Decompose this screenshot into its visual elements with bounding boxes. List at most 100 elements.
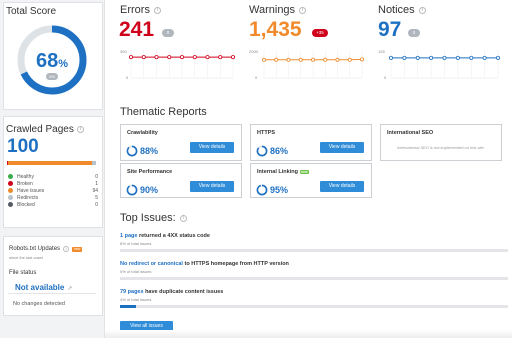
legend-count: 1 — [95, 180, 98, 187]
notices-trend-point[interactable] — [402, 55, 407, 60]
warnings-title: Warnings i — [249, 4, 307, 16]
report-note: International SEO is not implemented on … — [397, 145, 485, 150]
errors-title: Errors i — [120, 4, 161, 16]
view-details-button[interactable]: View details — [190, 142, 234, 153]
ring-arc — [126, 145, 138, 157]
warnings-value[interactable]: 1,435 — [249, 18, 302, 42]
info-icon[interactable]: i — [153, 6, 161, 14]
robots-subtitle: since the last crawl — [9, 255, 43, 260]
issue-share-bar — [120, 305, 508, 308]
report-card-https[interactable]: HTTPS 86% View details — [250, 124, 372, 161]
errors-trend-point[interactable] — [141, 55, 146, 60]
issue-link[interactable]: 1 page — [120, 233, 137, 239]
info-icon[interactable]: i — [418, 6, 426, 14]
legend-row[interactable]: Redirects 5 — [8, 194, 98, 201]
issue-link[interactable]: 79 pages — [120, 289, 144, 295]
legend-row[interactable]: Blocked 0 — [8, 201, 98, 208]
legend-row[interactable]: Broken 1 — [8, 180, 98, 187]
warnings-trend-point[interactable] — [274, 57, 279, 62]
report-name: International SEO — [387, 130, 434, 136]
legend-count: 94 — [92, 187, 98, 194]
legend-dot-icon — [8, 188, 13, 193]
ring-arc — [256, 145, 268, 157]
progress-ring-icon — [256, 145, 268, 157]
issue-text: 1 page returned a 4XX status code — [120, 233, 210, 239]
errors-trend-point[interactable] — [205, 55, 210, 60]
errors-trend-point[interactable] — [167, 55, 172, 60]
crawled-pages-bar — [7, 161, 96, 165]
errors-trend-point[interactable] — [179, 55, 184, 60]
crawled-pages-count[interactable]: 100 — [7, 136, 39, 158]
warnings-axis-min: 0 — [255, 75, 258, 80]
errors-trend-point[interactable] — [192, 55, 197, 60]
view-details-button[interactable]: View details — [320, 142, 364, 153]
errors-trend-point[interactable] — [230, 55, 235, 60]
top-issues-title: Top Issues: i — [120, 212, 187, 224]
warnings-trend-point[interactable] — [323, 57, 328, 62]
new-badge: new — [72, 246, 83, 252]
legend-dot-icon — [8, 195, 13, 200]
report-card-internal-linking[interactable]: Internal Linking new 95% View details — [250, 163, 372, 198]
crawled-pages-title: Crawled Pages i — [6, 124, 84, 135]
notices-trend-point[interactable] — [469, 55, 474, 60]
legend-count: 0 — [95, 173, 98, 180]
warnings-trend-point[interactable] — [359, 57, 364, 62]
notices-trend-point[interactable] — [415, 55, 420, 60]
view-details-button[interactable]: View details — [320, 181, 364, 192]
legend-dot-icon — [8, 181, 13, 186]
issue-item: 79 pages have duplicate content issues 4… — [120, 289, 508, 308]
file-status-label: File status — [9, 270, 37, 276]
external-link-icon[interactable]: ↗ — [67, 286, 72, 292]
notices-value[interactable]: 97 — [378, 18, 401, 42]
report-name: Crawlability — [127, 130, 158, 136]
info-icon[interactable]: i — [179, 214, 187, 222]
report-score: 88% — [140, 146, 159, 156]
view-details-button[interactable]: View details — [190, 181, 234, 192]
notices-trend-point[interactable] — [429, 55, 434, 60]
legend-label: Healthy — [17, 173, 34, 180]
legend-row[interactable]: Healthy 0 — [8, 173, 98, 180]
warnings-trend-point[interactable] — [261, 57, 266, 62]
issue-link[interactable]: No redirect or canonical — [120, 261, 183, 267]
errors-value[interactable]: 241 — [119, 18, 154, 42]
warnings-change-badge: +35 — [312, 29, 328, 37]
warnings-trend-point[interactable] — [286, 57, 291, 62]
warnings-trend-point[interactable] — [347, 57, 352, 62]
notices-trend-point[interactable] — [482, 55, 487, 60]
total-score-change-badge: 0% — [46, 73, 58, 80]
ring-arc — [256, 184, 268, 196]
issue-item: No redirect or canonical to HTTPS homepa… — [120, 261, 508, 280]
report-name: Site Performance — [127, 169, 173, 175]
issue-text: No redirect or canonical to HTTPS homepa… — [120, 261, 289, 267]
legend-count: 5 — [95, 194, 98, 201]
issue-share-fill — [120, 305, 136, 308]
report-name: Internal Linking new — [257, 169, 309, 175]
issue-share: 8% of total issues — [120, 241, 152, 246]
notices-trend-point[interactable] — [495, 55, 500, 60]
info-icon[interactable]: i — [76, 126, 84, 133]
info-icon[interactable]: i — [299, 6, 307, 14]
report-card-international-seo[interactable]: International SEO International SEO is n… — [380, 124, 502, 161]
notices-trend-point[interactable] — [388, 55, 393, 60]
legend-row[interactable]: Have issues 94 — [8, 187, 98, 194]
warnings-trend-point[interactable] — [310, 57, 315, 62]
report-card-site-performance[interactable]: Site Performance 90% View details — [120, 163, 242, 198]
notices-trend-point[interactable] — [442, 55, 447, 60]
errors-trend-point[interactable] — [128, 55, 133, 60]
warnings-axis-max: 2000 — [249, 49, 258, 54]
errors-axis-min: 0 — [126, 75, 129, 80]
warnings-trend-point[interactable] — [298, 57, 303, 62]
report-card-crawlability[interactable]: Crawlability 88% View details — [120, 124, 242, 161]
notices-change-badge: 0 — [408, 29, 420, 37]
thematic-reports-title: Thematic Reports — [120, 106, 207, 118]
warnings-trend-point[interactable] — [335, 57, 340, 62]
file-status-value[interactable]: Not available ↗ — [15, 283, 72, 292]
crawl-bar-segment — [91, 161, 96, 165]
info-icon[interactable]: i — [63, 246, 70, 252]
errors-trend-point[interactable] — [154, 55, 159, 60]
total-score-value: 68% — [35, 50, 69, 72]
errors-trend-point[interactable] — [218, 55, 223, 60]
errors-axis-max: 300 — [120, 49, 127, 54]
total-score-title: Total Score — [6, 6, 57, 17]
notices-trend-point[interactable] — [455, 55, 460, 60]
